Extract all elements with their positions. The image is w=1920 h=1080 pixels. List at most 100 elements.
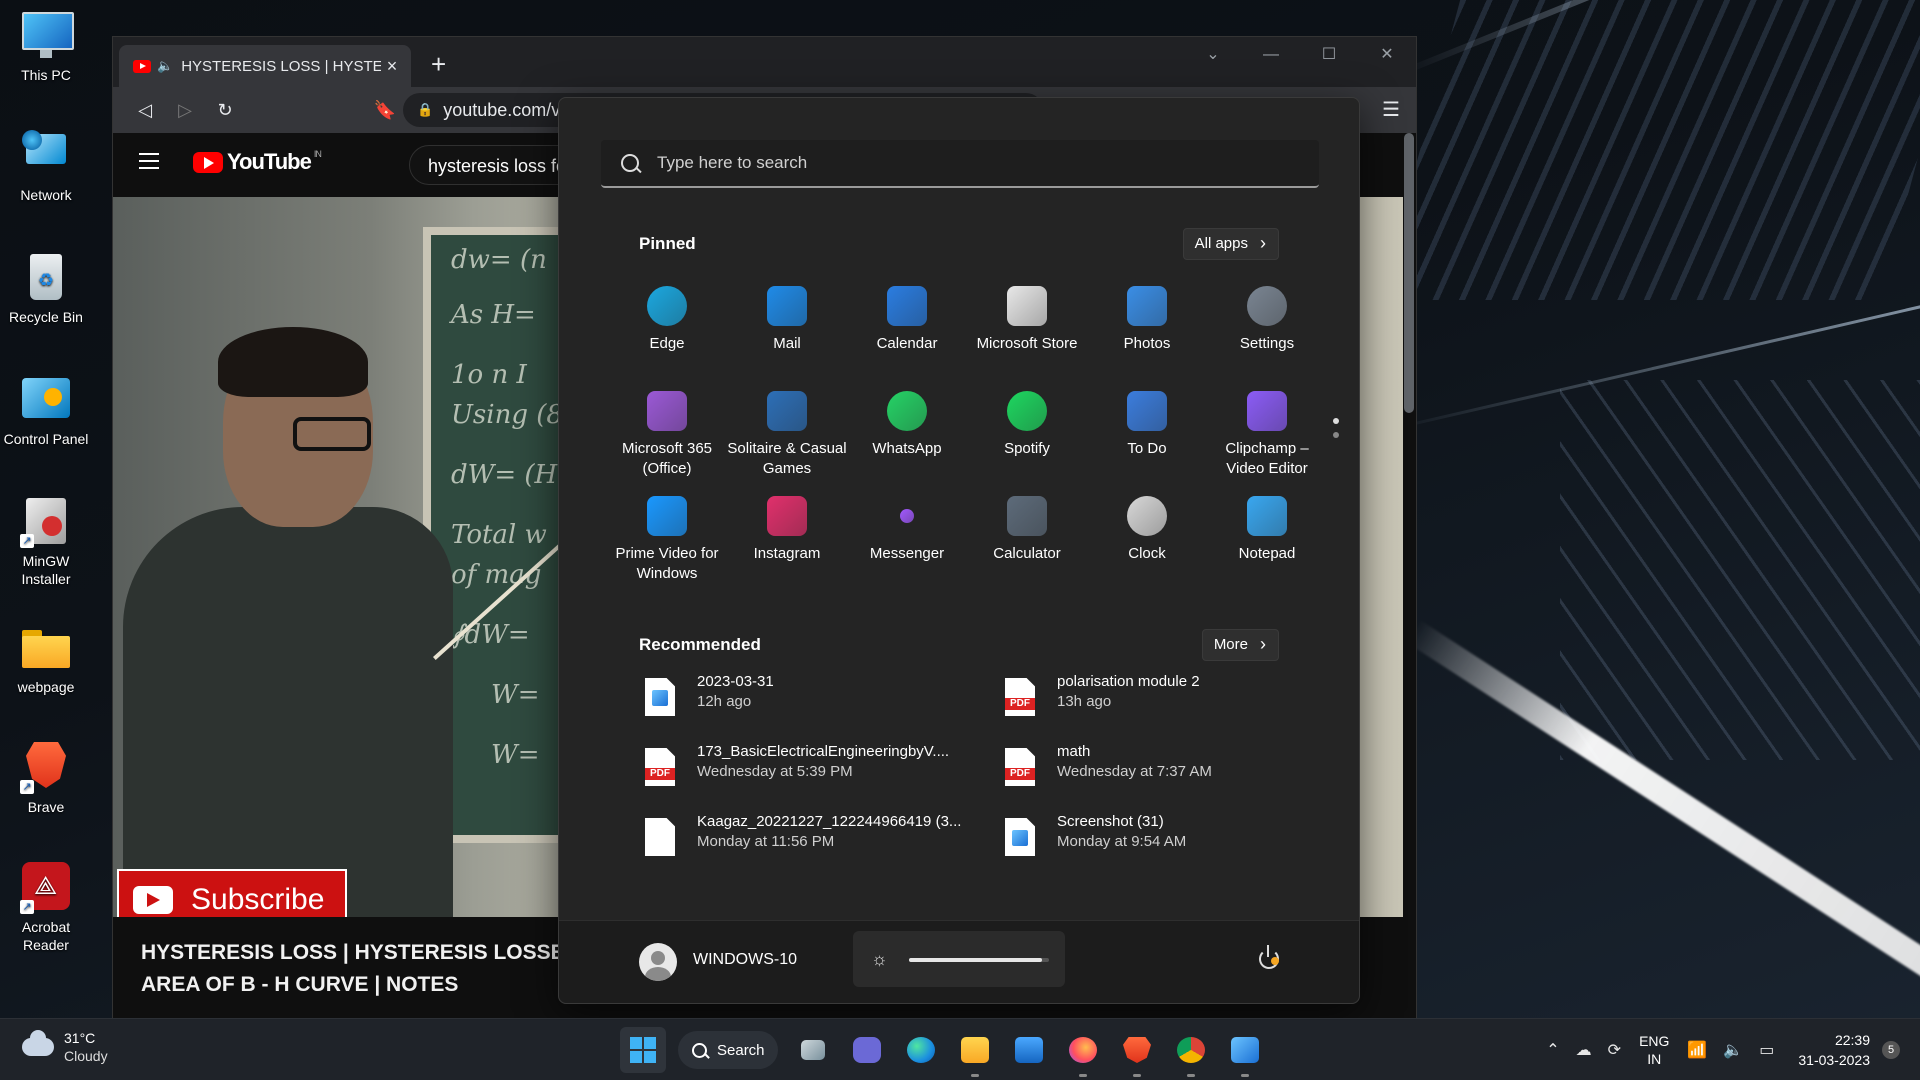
clock[interactable]: 22:39 31-03-2023 xyxy=(1798,1030,1870,1070)
recommended-title: Recommended xyxy=(639,635,761,654)
user-name[interactable]: WINDOWS-10 xyxy=(693,951,797,969)
recommended-item[interactable]: math Wednesday at 7:37 AM xyxy=(999,742,1319,812)
chrome-taskbar-button[interactable] xyxy=(1168,1027,1214,1077)
pinned-app[interactable]: Microsoft 365 (Office) xyxy=(607,385,727,490)
guide-menu-icon[interactable] xyxy=(139,153,159,174)
back-icon[interactable]: ◁ xyxy=(125,100,165,121)
pinned-app[interactable]: Calculator xyxy=(967,490,1087,595)
recommended-item-time: Wednesday at 7:37 AM xyxy=(1057,763,1212,780)
tab-title: HYSTERESIS LOSS | HYSTERESI xyxy=(181,57,381,75)
power-icon[interactable] xyxy=(1259,945,1279,969)
recommended-item[interactable]: polarisation module 2 13h ago xyxy=(999,672,1319,742)
onedrive-cloud-icon[interactable]: ☁ xyxy=(1576,1040,1592,1060)
youtube-favicon-icon xyxy=(133,59,151,73)
pinned-app[interactable]: WhatsApp xyxy=(847,385,967,490)
user-avatar[interactable] xyxy=(639,943,677,981)
pinned-app-label: Edge xyxy=(649,335,685,352)
acrobat-reader-icon: ⟁ ↗ xyxy=(20,862,72,914)
recommended-item-time: 12h ago xyxy=(697,693,752,710)
notification-badge[interactable]: 5 xyxy=(1882,1040,1900,1059)
language-indicator[interactable]: ENG IN xyxy=(1639,1032,1669,1068)
recommended-item-time: Monday at 11:56 PM xyxy=(697,833,835,850)
desktop-icon-brave[interactable]: ↗ Brave xyxy=(0,742,92,816)
wallpaper-stripes-lower xyxy=(1560,380,1920,760)
pinned-app[interactable]: Mail xyxy=(727,280,847,385)
chevron-up-icon[interactable]: ⌃ xyxy=(1546,1040,1559,1060)
edge-icon xyxy=(907,1037,935,1063)
maximize-button[interactable]: ☐ xyxy=(1300,37,1358,73)
forward-icon[interactable]: ▷ xyxy=(165,100,205,121)
recommended-item[interactable]: 2023-03-31 12h ago xyxy=(639,672,999,742)
pinned-app[interactable]: Microsoft Store xyxy=(967,280,1087,385)
recommended-item[interactable]: 173_BasicElectricalEngineeringbyV.... Wed… xyxy=(639,742,999,812)
task-view-button[interactable] xyxy=(790,1027,836,1073)
start-button[interactable] xyxy=(620,1027,666,1073)
reload-icon[interactable]: ↻ xyxy=(205,100,245,121)
recommended-item-name: 2023-03-31 xyxy=(697,673,774,690)
subscribe-button[interactable]: Subscribe xyxy=(117,869,347,917)
file-explorer-button[interactable] xyxy=(952,1027,998,1077)
new-tab-button[interactable]: + xyxy=(431,49,446,80)
pinned-app[interactable]: Prime Video for Windows xyxy=(607,490,727,595)
weather-widget[interactable]: 31°C Cloudy xyxy=(22,1029,108,1065)
pinned-app[interactable]: Calendar xyxy=(847,280,967,385)
pinned-app[interactable]: To Do xyxy=(1087,385,1207,490)
page-scrollbar[interactable] xyxy=(1404,133,1414,413)
start-search-input[interactable] xyxy=(655,152,1259,174)
firefox-taskbar-button[interactable] xyxy=(1060,1027,1106,1077)
minimize-button[interactable]: — xyxy=(1242,37,1300,73)
recommended-item-time: Wednesday at 5:39 PM xyxy=(697,763,853,780)
brightness-slider[interactable] xyxy=(909,958,1049,962)
pinned-app[interactable]: Clipchamp – Video Editor xyxy=(1207,385,1327,490)
desktop-icon-label: This PC xyxy=(21,67,71,83)
all-apps-button[interactable]: All apps xyxy=(1182,228,1279,260)
close-tab-icon[interactable]: × xyxy=(381,56,403,77)
desktop-icon-network[interactable]: Network xyxy=(0,130,92,204)
more-button[interactable]: More xyxy=(1201,629,1279,661)
recommended-item[interactable]: Kaagaz_20221227_122244966419 (3... Monday… xyxy=(639,812,999,882)
tab-search-icon[interactable]: ⌄ xyxy=(1184,37,1242,73)
close-window-button[interactable]: ✕ xyxy=(1358,37,1416,73)
recommended-item[interactable]: Screenshot (31) Monday at 9:54 AM xyxy=(999,812,1319,882)
sync-icon[interactable]: ⟳ xyxy=(1608,1040,1621,1060)
desktop-icon-webpage[interactable]: webpage xyxy=(0,622,92,696)
brightness-control[interactable]: ☼ xyxy=(853,931,1065,987)
recommended-item-name: math xyxy=(1057,743,1091,760)
battery-icon[interactable]: ▭ xyxy=(1759,1040,1774,1060)
pinned-app[interactable]: Photos xyxy=(1087,280,1207,385)
desktop-icon-this-pc[interactable]: This PC xyxy=(0,10,92,84)
desktop-icon-recycle-bin[interactable]: ♻ Recycle Bin xyxy=(0,252,92,326)
notepad-icon xyxy=(1247,496,1287,536)
pinned-app[interactable]: Solitaire & Casual Games xyxy=(727,385,847,490)
pinned-app[interactable]: Notepad xyxy=(1207,490,1327,595)
volume-icon[interactable]: 🔈 xyxy=(1723,1040,1743,1060)
pinned-app[interactable]: Clock xyxy=(1087,490,1207,595)
taskbar-search[interactable]: Search xyxy=(678,1031,778,1069)
photos-taskbar-button[interactable] xyxy=(1222,1027,1268,1077)
browser-tab[interactable]: 🔈 HYSTERESIS LOSS | HYSTERESI × xyxy=(119,45,411,87)
desktop-icon-mingw-installer[interactable]: ↗ MinGW Installer xyxy=(0,496,92,588)
wifi-icon[interactable]: 📶 xyxy=(1687,1040,1707,1060)
edge-taskbar-button[interactable] xyxy=(898,1027,944,1073)
desktop-icon-acrobat-reader[interactable]: ⟁ ↗ Acrobat Reader xyxy=(0,862,92,954)
pinned-app[interactable]: Spotify xyxy=(967,385,1087,490)
board-text: 1o n I xyxy=(451,360,527,390)
pinned-app[interactable]: Instagram xyxy=(727,490,847,595)
board-text: Total w xyxy=(451,520,547,550)
pinned-app[interactable]: Settings xyxy=(1207,280,1327,385)
youtube-logo[interactable]: YouTube IN xyxy=(193,149,322,175)
teams-chat-button[interactable] xyxy=(844,1027,890,1073)
pinned-app[interactable]: Edge xyxy=(607,280,727,385)
board-text: dw= (n xyxy=(451,245,547,275)
start-search-box[interactable] xyxy=(601,140,1319,188)
page-indicator[interactable] xyxy=(1333,418,1339,446)
desktop-icon-label: MinGW Installer xyxy=(21,553,71,587)
menu-icon[interactable]: ☰ xyxy=(1382,97,1400,122)
subscribe-label: Subscribe xyxy=(191,883,325,916)
mail-taskbar-button[interactable] xyxy=(1006,1027,1052,1073)
desktop-icon-control-panel[interactable]: Control Panel xyxy=(0,374,92,448)
bookmark-icon[interactable]: 🔖 xyxy=(365,100,405,121)
pinned-app[interactable]: Messenger xyxy=(847,490,967,595)
brave-taskbar-button[interactable] xyxy=(1114,1027,1160,1077)
firefox-icon xyxy=(1069,1037,1097,1063)
